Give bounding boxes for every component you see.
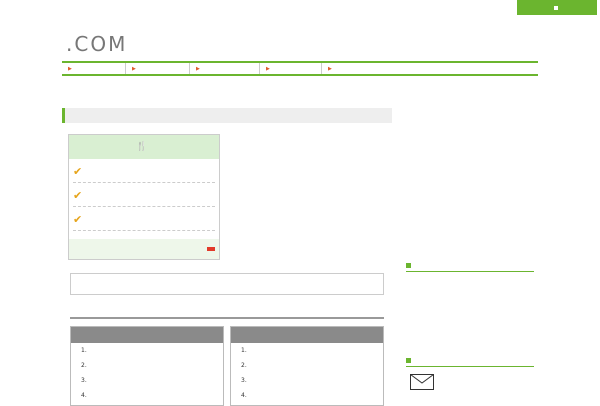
section-subheading [70,305,384,319]
promo-banner[interactable]: 🍴 ✔ ✔ ✔ [68,134,220,260]
top-bar [0,0,600,18]
list-item[interactable]: 1. [71,343,223,358]
arrow-right-icon: ▶ [196,65,200,72]
list-number: 3. [241,377,247,384]
list-number: 2. [81,362,87,369]
nav-item-method[interactable]: ▶ [190,63,260,74]
page-title [62,108,392,123]
square-icon [406,357,411,363]
list-item[interactable]: 2. [71,358,223,373]
site-logo[interactable]: .COM [62,22,127,54]
list-box-left: 1. 2. 3. 4. [70,326,224,406]
nav-item-about[interactable]: ▶ [126,63,190,74]
envelope-icon [410,374,434,390]
arrow-right-icon: ▶ [68,65,72,72]
fork-knife-icon: 🍴 [136,142,148,152]
arrow-right-icon: ▶ [328,65,332,72]
list-box-heading [231,327,383,343]
arrow-right-icon: ▶ [266,65,270,72]
list-number: 1. [81,347,87,354]
sidebar-heading [406,259,534,272]
square-icon [553,5,558,10]
section-heading [70,273,384,295]
list-number: 3. [81,377,87,384]
banner-footer [69,239,219,259]
banner-row: ✔ [73,184,215,207]
list-number: 4. [81,392,87,399]
list-number: 1. [241,347,247,354]
nav-item-contact[interactable]: ▶ [322,63,422,74]
arrow-right-icon: ▶ [132,65,136,72]
list-item[interactable]: 4. [231,388,383,403]
banner-row: ✔ [73,160,215,183]
square-icon [406,262,411,268]
list-item[interactable]: 2. [231,358,383,373]
top-link-button[interactable] [517,0,597,15]
banner-head: 🍴 [69,135,219,159]
list-box-right: 1. 2. 3. 4. [230,326,384,406]
list-item[interactable]: 3. [71,373,223,388]
mail-contact[interactable] [410,373,538,391]
list-item[interactable]: 4. [71,388,223,403]
nav-item-home[interactable]: ▶ [62,63,126,74]
check-icon: ✔ [73,164,83,178]
list-number: 2. [241,362,247,369]
list-box-heading [71,327,223,343]
list-item[interactable]: 1. [231,343,383,358]
nav-item-flow[interactable]: ▶ [260,63,322,74]
global-nav: ▶ ▶ ▶ ▶ ▶ [62,61,538,76]
banner-row: ✔ [73,208,215,231]
check-icon: ✔ [73,212,83,226]
logo-suffix: .COM [66,32,128,56]
list-item[interactable]: 3. [231,373,383,388]
check-icon: ✔ [73,188,83,202]
sidebar-heading [406,354,534,367]
banner-detail-button[interactable] [207,247,215,251]
list-number: 4. [241,392,247,399]
